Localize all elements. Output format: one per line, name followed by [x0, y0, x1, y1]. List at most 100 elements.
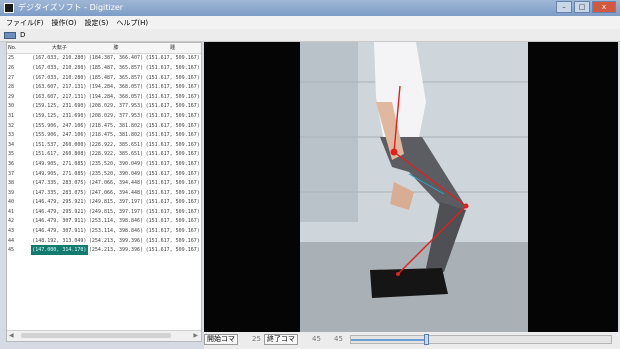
frame-number-cell[interactable]: 45 — [7, 245, 31, 255]
table-row[interactable]: 27 (167.033, 210.280) (185.487, 365.857) (1… — [7, 73, 201, 83]
trochanter-cell[interactable]: (146.479, 295.921) — [31, 207, 88, 217]
trochanter-cell[interactable]: (146.479, 307.911) — [31, 226, 88, 236]
trochanter-cell[interactable]: (147.335, 283.075) — [31, 188, 88, 198]
trochanter-cell[interactable]: (146.479, 307.911) — [31, 217, 88, 227]
table-row[interactable]: 31 (159.125, 231.690) (208.029, 377.953) (1… — [7, 111, 201, 121]
menu-settings[interactable]: 設定(S) — [84, 18, 108, 28]
trochanter-cell[interactable]: (155.906, 247.106) — [31, 121, 88, 131]
trochanter-cell[interactable]: (159.125, 231.690) — [31, 102, 88, 112]
trochanter-cell[interactable]: (163.607, 217.131) — [31, 92, 88, 102]
table-row[interactable]: 43 (146.479, 307.911) (253.114, 398.846) (1… — [7, 226, 201, 236]
table-row[interactable]: 30 (159.125, 231.690) (208.029, 377.953) (1… — [7, 102, 201, 112]
trochanter-cell[interactable]: (167.033, 210.280) — [31, 63, 88, 73]
knee-cell[interactable]: (185.487, 365.857) — [88, 63, 145, 73]
heel-cell[interactable]: (151.617, 509.167) — [144, 169, 201, 179]
table-row[interactable]: 44 (148.192, 313.049) (254.213, 399.396) (1… — [7, 236, 201, 246]
heel-cell[interactable]: (151.617, 509.167) — [144, 188, 201, 198]
start-frame-button[interactable]: 開始コマ — [204, 334, 238, 345]
frame-number-cell[interactable]: 38 — [7, 178, 31, 188]
heel-cell[interactable]: (151.617, 509.167) — [144, 73, 201, 83]
table-row[interactable]: 42 (146.479, 307.911) (253.114, 398.846) (1… — [7, 217, 201, 227]
digitize-icon[interactable] — [4, 32, 16, 39]
table-row[interactable]: 39 (147.335, 283.075) (247.066, 394.448) (1… — [7, 188, 201, 198]
frame-number-cell[interactable]: 28 — [7, 82, 31, 92]
knee-cell[interactable]: (228.922, 385.651) — [88, 140, 145, 150]
knee-cell[interactable]: (253.114, 398.846) — [88, 217, 145, 227]
frame-number-cell[interactable]: 30 — [7, 102, 31, 112]
frame-number-cell[interactable]: 42 — [7, 217, 31, 227]
heel-cell[interactable]: (151.617, 509.167) — [144, 130, 201, 140]
table-row[interactable]: 45 (147.000, 314.170) (254.213, 399.396) (1… — [7, 245, 201, 256]
table-row[interactable]: 33 (155.906, 247.106) (218.475, 381.802) (1… — [7, 130, 201, 140]
table-row[interactable]: 38 (147.335, 283.075) (247.066, 394.448) (1… — [7, 178, 201, 188]
heel-cell[interactable]: (151.617, 509.167) — [144, 207, 201, 217]
table-row[interactable]: 25 (167.033, 210.280) (184.387, 366.407) (1… — [7, 53, 201, 63]
frame-number-cell[interactable]: 29 — [7, 92, 31, 102]
knee-cell[interactable]: (247.066, 394.448) — [88, 188, 145, 198]
knee-cell[interactable]: (235.520, 390.049) — [88, 159, 145, 169]
table-row[interactable]: 32 (155.906, 247.106) (218.475, 381.802) (1… — [7, 121, 201, 131]
heel-cell[interactable]: (151.617, 509.167) — [144, 92, 201, 102]
knee-cell[interactable]: (228.922, 385.651) — [88, 150, 145, 160]
frame-number-cell[interactable]: 26 — [7, 63, 31, 73]
knee-cell[interactable]: (208.029, 377.953) — [88, 102, 145, 112]
heel-cell[interactable]: (151.617, 509.167) — [144, 198, 201, 208]
trochanter-cell[interactable]: (159.125, 231.690) — [31, 111, 88, 121]
maximize-button[interactable]: □ — [574, 1, 590, 13]
knee-cell[interactable]: (254.213, 399.396) — [88, 236, 145, 246]
menu-file[interactable]: ファイル(F) — [6, 18, 44, 28]
trochanter-cell[interactable]: (149.905, 271.085) — [31, 159, 88, 169]
trochanter-cell[interactable]: (148.192, 313.049) — [31, 236, 88, 246]
menu-operation[interactable]: 操作(O) — [52, 18, 77, 28]
frame-number-cell[interactable]: 33 — [7, 130, 31, 140]
column-header-greater-trochanter[interactable]: 大転子 — [31, 43, 88, 54]
column-header-knee[interactable]: 膝 — [87, 43, 145, 54]
knee-cell[interactable]: (218.475, 381.802) — [88, 130, 145, 140]
heel-cell[interactable]: (151.617, 509.167) — [144, 111, 201, 121]
trochanter-cell[interactable]: (163.607, 217.131) — [31, 82, 88, 92]
knee-cell[interactable]: (253.114, 398.846) — [88, 226, 145, 236]
knee-cell[interactable]: (184.387, 366.407) — [88, 53, 145, 63]
table-row[interactable]: 29 (163.607, 217.131) (194.284, 368.057) (1… — [7, 92, 201, 102]
heel-cell[interactable]: (151.617, 509.167) — [144, 82, 201, 92]
end-frame-button[interactable]: 終了コマ — [264, 334, 298, 345]
heel-cell[interactable]: (151.617, 509.167) — [144, 245, 201, 255]
frame-number-cell[interactable]: 25 — [7, 53, 31, 63]
frame-number-cell[interactable]: 37 — [7, 169, 31, 179]
frame-number-cell[interactable]: 35 — [7, 150, 31, 160]
knee-cell[interactable]: (254.213, 399.396) — [88, 245, 145, 255]
heel-cell[interactable]: (151.617, 509.167) — [144, 53, 201, 63]
heel-cell[interactable]: (151.617, 509.167) — [144, 121, 201, 131]
trochanter-cell[interactable]: (167.033, 210.280) — [31, 53, 88, 63]
heel-cell[interactable]: (151.617, 509.167) — [144, 159, 201, 169]
trochanter-cell[interactable]: (149.905, 271.085) — [31, 169, 88, 179]
frame-number-cell[interactable]: 40 — [7, 198, 31, 208]
knee-cell[interactable]: (247.066, 394.448) — [88, 178, 145, 188]
minimize-button[interactable]: – — [556, 1, 572, 13]
column-header-no[interactable]: No. — [7, 43, 31, 54]
frame-number-cell[interactable]: 34 — [7, 140, 31, 150]
heel-cell[interactable]: (151.617, 509.167) — [144, 178, 201, 188]
knee-cell[interactable]: (235.520, 390.049) — [88, 169, 145, 179]
heel-cell[interactable]: (151.617, 509.167) — [144, 140, 201, 150]
trochanter-cell[interactable]: (151.617, 260.808) — [31, 150, 88, 160]
slider-knob[interactable] — [423, 334, 429, 345]
frame-slider[interactable] — [350, 334, 612, 345]
knee-cell[interactable]: (249.815, 397.197) — [88, 207, 145, 217]
close-button[interactable]: x — [592, 1, 616, 13]
knee-cell[interactable]: (208.029, 377.953) — [88, 111, 145, 121]
heel-cell[interactable]: (151.617, 509.167) — [144, 226, 201, 236]
trochanter-cell[interactable]: (146.479, 295.921) — [31, 198, 88, 208]
trochanter-cell[interactable]: (167.033, 210.280) — [31, 73, 88, 83]
frame-number-cell[interactable]: 27 — [7, 73, 31, 83]
heel-cell[interactable]: (151.617, 509.167) — [144, 217, 201, 227]
table-row[interactable]: 40 (146.479, 295.921) (249.815, 397.197) (1… — [7, 198, 201, 208]
heel-cell[interactable]: (151.617, 509.167) — [144, 102, 201, 112]
trochanter-cell[interactable]: (147.335, 283.075) — [31, 178, 88, 188]
knee-cell[interactable]: (218.475, 381.802) — [88, 121, 145, 131]
heel-cell[interactable]: (151.617, 509.167) — [144, 236, 201, 246]
knee-cell[interactable]: (185.487, 365.857) — [88, 73, 145, 83]
menu-help[interactable]: ヘルプ(H) — [116, 18, 148, 28]
heel-cell[interactable]: (151.617, 509.167) — [144, 63, 201, 73]
frame-number-cell[interactable]: 36 — [7, 159, 31, 169]
